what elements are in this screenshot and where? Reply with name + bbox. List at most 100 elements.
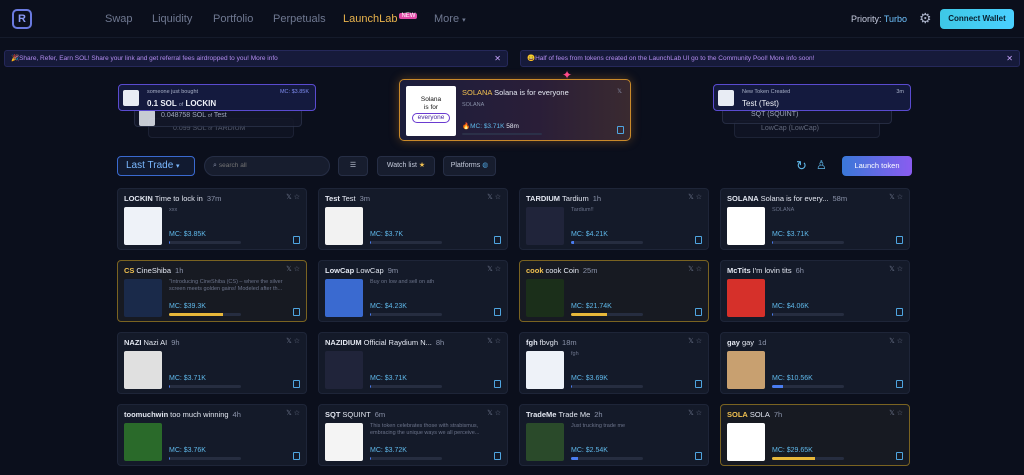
copy-icon[interactable] <box>695 308 702 316</box>
star-icon[interactable]: ☆ <box>696 266 702 273</box>
bonding-progress-bar <box>370 457 442 460</box>
token-card[interactable]: NAZI Nazi AI 9h 𝕏 ☆ MC: $3.71K <box>117 332 307 394</box>
ticker-new-token[interactable]: New Token Created 3m Test (Test) <box>713 84 911 111</box>
x-icon[interactable]: 𝕏 <box>487 338 493 345</box>
token-card[interactable]: LOCKIN Time to lock in 37m 𝕏 ☆ xxx MC: $3.… <box>117 188 307 250</box>
search-icon: ⌕ <box>213 162 217 169</box>
copy-icon[interactable] <box>617 126 624 134</box>
x-icon[interactable]: 𝕏 <box>617 88 622 95</box>
copy-icon[interactable] <box>695 236 702 244</box>
token-card[interactable]: LowCap LowCap 9m 𝕏 ☆ Buy on low and sell o… <box>318 260 508 322</box>
star-icon[interactable]: ☆ <box>696 194 702 201</box>
ticker-latest-buy[interactable]: someone just bought MC: $3.85K 0.1 SOL o… <box>118 84 316 111</box>
nav-liquidity[interactable]: Liquidity <box>152 13 192 25</box>
nav-more[interactable]: More ▾ <box>434 13 466 25</box>
token-description: Buy on low and sell on ath <box>370 279 435 285</box>
x-icon[interactable]: 𝕏 <box>487 266 493 273</box>
copy-icon[interactable] <box>494 236 501 244</box>
x-icon[interactable]: 𝕏 <box>688 338 694 345</box>
token-market-cap: MC: $3.72K <box>370 447 407 454</box>
x-icon[interactable]: 𝕏 <box>889 194 895 201</box>
copy-icon[interactable] <box>494 308 501 316</box>
token-card[interactable]: toomuchwin too much winning 4h 𝕏 ☆ MC: $3.… <box>117 404 307 466</box>
refresh-icon[interactable]: ↻ <box>796 158 807 174</box>
x-icon[interactable]: 𝕏 <box>889 338 895 345</box>
x-icon[interactable]: 𝕏 <box>286 338 292 345</box>
token-card[interactable]: TradeMe Trade Me 2h 𝕏 ☆ Just trucking trad… <box>519 404 709 466</box>
nav-swap[interactable]: Swap <box>105 13 133 25</box>
platforms-button[interactable]: Platforms ◍ <box>443 156 496 176</box>
star-icon[interactable]: ☆ <box>294 338 300 345</box>
copy-icon[interactable] <box>695 452 702 460</box>
token-card[interactable]: SOLA SOLA 7h 𝕏 ☆ MC: $29.65K <box>720 404 910 466</box>
star-icon[interactable]: ☆ <box>696 410 702 417</box>
star-icon[interactable]: ☆ <box>495 410 501 417</box>
x-icon[interactable]: 𝕏 <box>487 410 493 417</box>
token-card[interactable]: gay gay 1d 𝕏 ☆ MC: $10.56K <box>720 332 910 394</box>
star-icon[interactable]: ☆ <box>294 266 300 273</box>
star-icon[interactable]: ☆ <box>897 266 903 273</box>
token-card[interactable]: NAZIDIUM Official Raydium N... 8h 𝕏 ☆ MC: … <box>318 332 508 394</box>
copy-icon[interactable] <box>293 236 300 244</box>
x-icon[interactable]: 𝕏 <box>889 410 895 417</box>
copy-icon[interactable] <box>896 236 903 244</box>
token-card[interactable]: McTits I'm lovin tits 6h 𝕏 ☆ MC: $4.06K <box>720 260 910 322</box>
nav-launchlab[interactable]: LaunchLab NEW <box>343 13 418 25</box>
nav-perpetuals[interactable]: Perpetuals <box>273 13 326 25</box>
sort-dropdown[interactable]: Last Trade ▾ <box>117 156 195 176</box>
token-card-header: TradeMe Trade Me 2h <box>526 410 676 419</box>
star-icon[interactable]: ☆ <box>495 266 501 273</box>
star-icon[interactable]: ☆ <box>495 194 501 201</box>
token-card-icons: 𝕏 ☆ <box>688 337 702 345</box>
watchlist-button[interactable]: Watch list ★ <box>377 156 435 176</box>
x-icon[interactable]: 𝕏 <box>688 410 694 417</box>
x-icon[interactable]: 𝕏 <box>286 194 292 201</box>
x-icon[interactable]: 𝕏 <box>286 410 292 417</box>
star-icon[interactable]: ☆ <box>897 194 903 201</box>
star-icon[interactable]: ☆ <box>897 338 903 345</box>
token-card-icons: 𝕏 ☆ <box>286 265 300 273</box>
copy-icon[interactable] <box>293 380 300 388</box>
token-card[interactable]: SOLANA Solana is for every... 58m 𝕏 ☆ SOLA… <box>720 188 910 250</box>
copy-icon[interactable] <box>896 452 903 460</box>
x-icon[interactable]: 𝕏 <box>487 194 493 201</box>
priority-setting[interactable]: Priority: Turbo <box>851 14 907 24</box>
x-icon[interactable]: 𝕏 <box>688 266 694 273</box>
star-icon[interactable]: ☆ <box>897 410 903 417</box>
token-name: cook Coin <box>545 266 579 275</box>
token-card[interactable]: TARDIUM Tardium 1h 𝕏 ☆ Tardium!! MC: $4.21… <box>519 188 709 250</box>
user-icon[interactable]: ♙ <box>816 158 827 172</box>
token-market-cap: MC: $3.85K <box>169 231 206 238</box>
token-card[interactable]: SQT SQUINT 6m 𝕏 ☆ This token celebrates th… <box>318 404 508 466</box>
raydium-logo[interactable]: R <box>12 9 32 29</box>
close-icon[interactable]: ✕ <box>1006 51 1013 66</box>
x-icon[interactable]: 𝕏 <box>286 266 292 273</box>
copy-icon[interactable] <box>896 308 903 316</box>
copy-icon[interactable] <box>293 452 300 460</box>
search-input[interactable] <box>218 162 309 169</box>
connect-wallet-button[interactable]: Connect Wallet <box>940 9 1014 29</box>
star-icon[interactable]: ☆ <box>294 410 300 417</box>
x-icon[interactable]: 𝕏 <box>688 194 694 201</box>
token-card[interactable]: fgh fbvgh 18m 𝕏 ☆ fgh MC: $3.69K <box>519 332 709 394</box>
star-icon[interactable]: ☆ <box>495 338 501 345</box>
token-card[interactable]: cook cook Coin 25m 𝕏 ☆ MC: $21.74K <box>519 260 709 322</box>
close-icon[interactable]: ✕ <box>494 51 501 66</box>
launch-token-button[interactable]: Launch token <box>842 156 912 176</box>
search-box[interactable]: ⌕ <box>204 156 330 176</box>
copy-icon[interactable] <box>293 308 300 316</box>
filter-button[interactable]: ☰ <box>338 156 368 176</box>
token-card[interactable]: CS CineShiba 1h 𝕏 ☆ "Introducing CineShiba… <box>117 260 307 322</box>
featured-title: SOLANA Solana is for everyone <box>462 88 569 97</box>
copy-icon[interactable] <box>896 380 903 388</box>
nav-portfolio[interactable]: Portfolio <box>213 13 253 25</box>
copy-icon[interactable] <box>494 452 501 460</box>
star-icon[interactable]: ☆ <box>294 194 300 201</box>
featured-token-card[interactable]: Solana is for everyone SOLANA Solana is … <box>399 79 631 141</box>
token-card[interactable]: Test Test 3m 𝕏 ☆ MC: $3.7K <box>318 188 508 250</box>
gear-icon[interactable]: ⚙ <box>919 11 933 25</box>
star-icon[interactable]: ☆ <box>696 338 702 345</box>
copy-icon[interactable] <box>695 380 702 388</box>
x-icon[interactable]: 𝕏 <box>889 266 895 273</box>
copy-icon[interactable] <box>494 380 501 388</box>
